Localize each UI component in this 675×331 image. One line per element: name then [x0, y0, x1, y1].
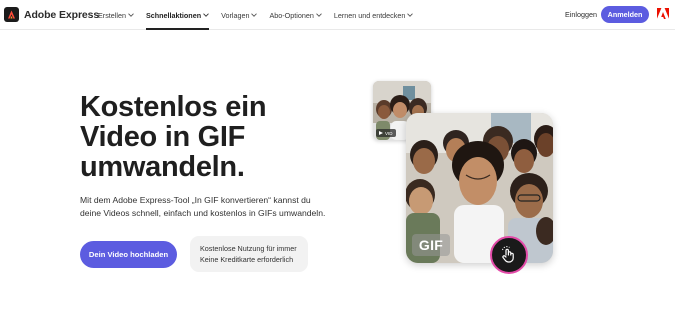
- signup-button[interactable]: Anmelden: [601, 6, 649, 23]
- menu-item-schnellaktionen[interactable]: Schnellaktionen: [145, 0, 210, 30]
- chevron-down-icon: [203, 13, 209, 17]
- upload-video-button[interactable]: Dein Video hochladen: [80, 241, 177, 268]
- chevron-down-icon: [128, 13, 134, 17]
- convert-action-button[interactable]: [490, 236, 528, 274]
- brand-logo[interactable]: Adobe Express: [4, 7, 99, 22]
- free-usage-note: Kostenlose Nutzung für immer Keine Kredi…: [190, 236, 308, 272]
- chevron-down-icon: [316, 13, 322, 17]
- chevron-down-icon: [251, 13, 258, 17]
- hero-description: Mit dem Adobe Express-Tool „In GIF konve…: [80, 195, 326, 218]
- top-nav: Adobe Express Erstellen Schnellaktionen …: [0, 0, 675, 30]
- menu-item-label: Abo-Optionen: [269, 10, 314, 20]
- video-badge: VID: [376, 129, 396, 137]
- main-menu: Erstellen Schnellaktionen Vorlagen Abo-O…: [98, 0, 425, 30]
- menu-item-erstellen[interactable]: Erstellen: [98, 0, 134, 30]
- menu-item-lernen[interactable]: Lernen und entdecken: [334, 0, 414, 30]
- menu-item-abo-optionen[interactable]: Abo-Optionen: [269, 0, 322, 30]
- menu-item-vorlagen[interactable]: Vorlagen: [221, 0, 258, 30]
- adobe-logo-icon[interactable]: [657, 8, 669, 20]
- menu-item-label: Vorlagen: [221, 10, 250, 20]
- video-badge-label: VID: [385, 130, 393, 136]
- hand-tap-icon: [502, 246, 514, 263]
- menu-item-label: Lernen und entdecken: [333, 10, 406, 20]
- video-icon: [379, 131, 383, 135]
- chevron-down-icon: [407, 13, 414, 17]
- adobe-express-logo-icon: [4, 7, 19, 22]
- gif-label: GIF: [412, 234, 450, 256]
- menu-item-label: Erstellen: [98, 10, 126, 20]
- menu-item-label: Schnellaktionen: [145, 10, 202, 20]
- signin-link[interactable]: Einloggen: [565, 10, 597, 19]
- note-line-no-card: Keine Kreditkarte erforderlich: [200, 255, 294, 264]
- page-title: Kostenlos ein Video in GIF umwandeln.: [80, 91, 267, 183]
- note-line-free: Kostenlose Nutzung für immer: [200, 244, 297, 253]
- brand-name: Adobe Express: [24, 8, 100, 21]
